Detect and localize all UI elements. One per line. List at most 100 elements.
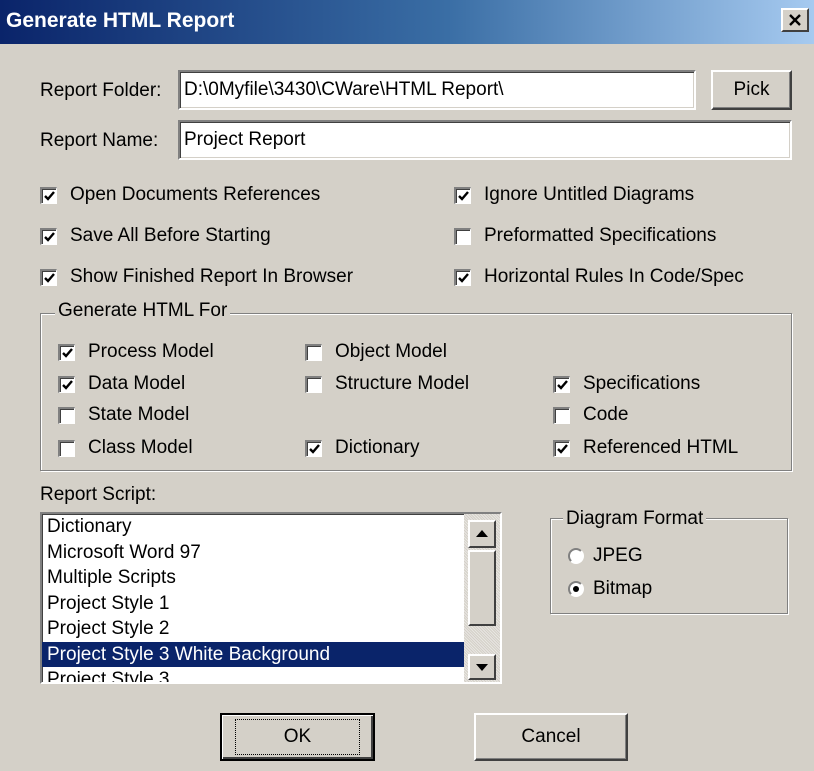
option-open-documents-references[interactable]: Open Documents References (40, 184, 320, 206)
radio-label: Bitmap (593, 578, 653, 599)
close-button[interactable] (781, 8, 809, 32)
checkbox[interactable] (58, 406, 75, 424)
radio-dot-icon (573, 586, 579, 592)
checkbox-label: Ignore Untitled Diagrams (484, 184, 695, 205)
generate-class-model[interactable]: Class Model (58, 437, 193, 459)
format-bitmap-radio[interactable]: Bitmap (568, 578, 652, 600)
checkbox[interactable] (58, 439, 75, 457)
title-bar[interactable]: Generate HTML Report (0, 0, 814, 44)
checkbox-label: Structure Model (335, 373, 470, 394)
checkmark-icon (43, 190, 55, 201)
checkbox-label: Preformatted Specifications (484, 225, 717, 246)
checkbox[interactable] (305, 439, 322, 457)
checkmark-icon (61, 347, 73, 358)
checkbox[interactable] (40, 268, 57, 286)
checkbox[interactable] (553, 406, 570, 424)
generate-code[interactable]: Code (553, 404, 628, 426)
checkbox-label: State Model (88, 404, 190, 425)
report-script-label: Report Script: (40, 484, 157, 505)
scroll-thumb[interactable] (468, 550, 496, 626)
radio-label: JPEG (593, 545, 643, 566)
checkbox-label: Show Finished Report In Browser (70, 266, 354, 287)
list-item[interactable]: Project Style 1 (42, 591, 500, 617)
diagram-format-title: Diagram Format (563, 508, 707, 530)
ok-button[interactable]: OK (220, 713, 375, 761)
report-script-list: Dictionary Microsoft Word 97 Multiple Scri… (42, 514, 500, 682)
checkbox[interactable] (454, 227, 471, 245)
generate-state-model[interactable]: State Model (58, 404, 189, 426)
window-title: Generate HTML Report (6, 9, 235, 32)
close-icon (789, 14, 801, 26)
checkbox-label: Code (583, 404, 629, 425)
list-item[interactable]: Project Style 3 White Background (42, 641, 467, 667)
option-save-all-before-starting[interactable]: Save All Before Starting (40, 225, 271, 247)
checkbox-label: Class Model (88, 437, 193, 458)
generate-process-model[interactable]: Process Model (58, 341, 214, 363)
cancel-button-label: Cancel (521, 726, 581, 747)
generate-specifications[interactable]: Specifications (553, 373, 700, 395)
checkbox-label: Horizontal Rules In Code/Spec (484, 266, 744, 287)
generate-referenced-html[interactable]: Referenced HTML (553, 437, 738, 459)
scroll-down-button[interactable] (468, 654, 496, 680)
checkmark-icon (43, 272, 55, 283)
pick-button[interactable]: Pick (711, 70, 792, 110)
checkmark-icon (43, 231, 55, 242)
checkbox[interactable] (553, 439, 570, 457)
checkbox-label: Object Model (335, 341, 447, 362)
checkmark-icon (556, 443, 568, 454)
checkbox-label: Dictionary (335, 437, 420, 458)
radio-button[interactable] (568, 581, 584, 597)
arrow-down-icon (476, 664, 488, 671)
generate-structure-model[interactable]: Structure Model (305, 373, 469, 395)
list-item[interactable]: Multiple Scripts (42, 565, 500, 591)
ok-button-label: OK (283, 726, 312, 747)
option-show-finished-report-in-browser[interactable]: Show Finished Report In Browser (40, 266, 353, 288)
generate-data-model[interactable]: Data Model (58, 373, 185, 395)
report-script-listbox[interactable]: Dictionary Microsoft Word 97 Multiple Scri… (40, 512, 502, 684)
cancel-button[interactable]: Cancel (474, 713, 628, 761)
list-item[interactable]: Microsoft Word 97 (42, 540, 500, 566)
checkbox[interactable] (454, 186, 471, 204)
pick-button-label: Pick (733, 79, 770, 100)
ok-focus-rect: OK (234, 719, 361, 755)
checkbox[interactable] (40, 186, 57, 204)
checkbox-label: Specifications (583, 373, 701, 394)
generate-html-for-title: Generate HTML For (55, 300, 231, 322)
checkbox-label: Save All Before Starting (70, 225, 271, 246)
checkbox-label: Data Model (88, 373, 186, 394)
checkbox[interactable] (553, 375, 570, 393)
checkmark-icon (308, 443, 320, 454)
report-script-scrollbar[interactable] (464, 514, 500, 682)
report-name-field[interactable]: Project Report (178, 120, 792, 160)
checkbox[interactable] (305, 343, 322, 361)
option-preformatted-specifications[interactable]: Preformatted Specifications (454, 225, 716, 247)
list-item[interactable]: Project Style 2 (42, 616, 500, 642)
option-ignore-untitled-diagrams[interactable]: Ignore Untitled Diagrams (454, 184, 694, 206)
arrow-up-icon (476, 530, 488, 537)
list-item[interactable]: Dictionary (42, 514, 500, 540)
radio-button[interactable] (568, 548, 584, 564)
checkmark-icon (61, 379, 73, 390)
list-item[interactable]: Project Style 3 (42, 667, 500, 682)
checkbox[interactable] (40, 227, 57, 245)
checkbox[interactable] (58, 343, 75, 361)
report-name-label: Report Name: (40, 130, 159, 151)
checkbox[interactable] (305, 375, 322, 393)
report-name-value: Project Report (184, 129, 306, 150)
checkbox-label: Open Documents References (70, 184, 321, 205)
generate-object-model[interactable]: Object Model (305, 341, 447, 363)
checkbox-label: Process Model (88, 341, 214, 362)
checkmark-icon (556, 379, 568, 390)
checkmark-icon (457, 190, 469, 201)
generate-dictionary[interactable]: Dictionary (305, 437, 419, 459)
report-folder-value: D:\0Myfile\3430\CWare\HTML Report\ (184, 79, 504, 100)
checkmark-icon (457, 272, 469, 283)
format-jpeg-radio[interactable]: JPEG (568, 545, 643, 567)
scroll-up-button[interactable] (468, 520, 496, 548)
report-folder-label: Report Folder: (40, 80, 162, 101)
checkbox[interactable] (454, 268, 471, 286)
report-folder-field[interactable]: D:\0Myfile\3430\CWare\HTML Report\ (178, 70, 696, 110)
checkbox[interactable] (58, 375, 75, 393)
option-horizontal-rules-in-code-spec[interactable]: Horizontal Rules In Code/Spec (454, 266, 744, 288)
checkbox-label: Referenced HTML (583, 437, 739, 458)
